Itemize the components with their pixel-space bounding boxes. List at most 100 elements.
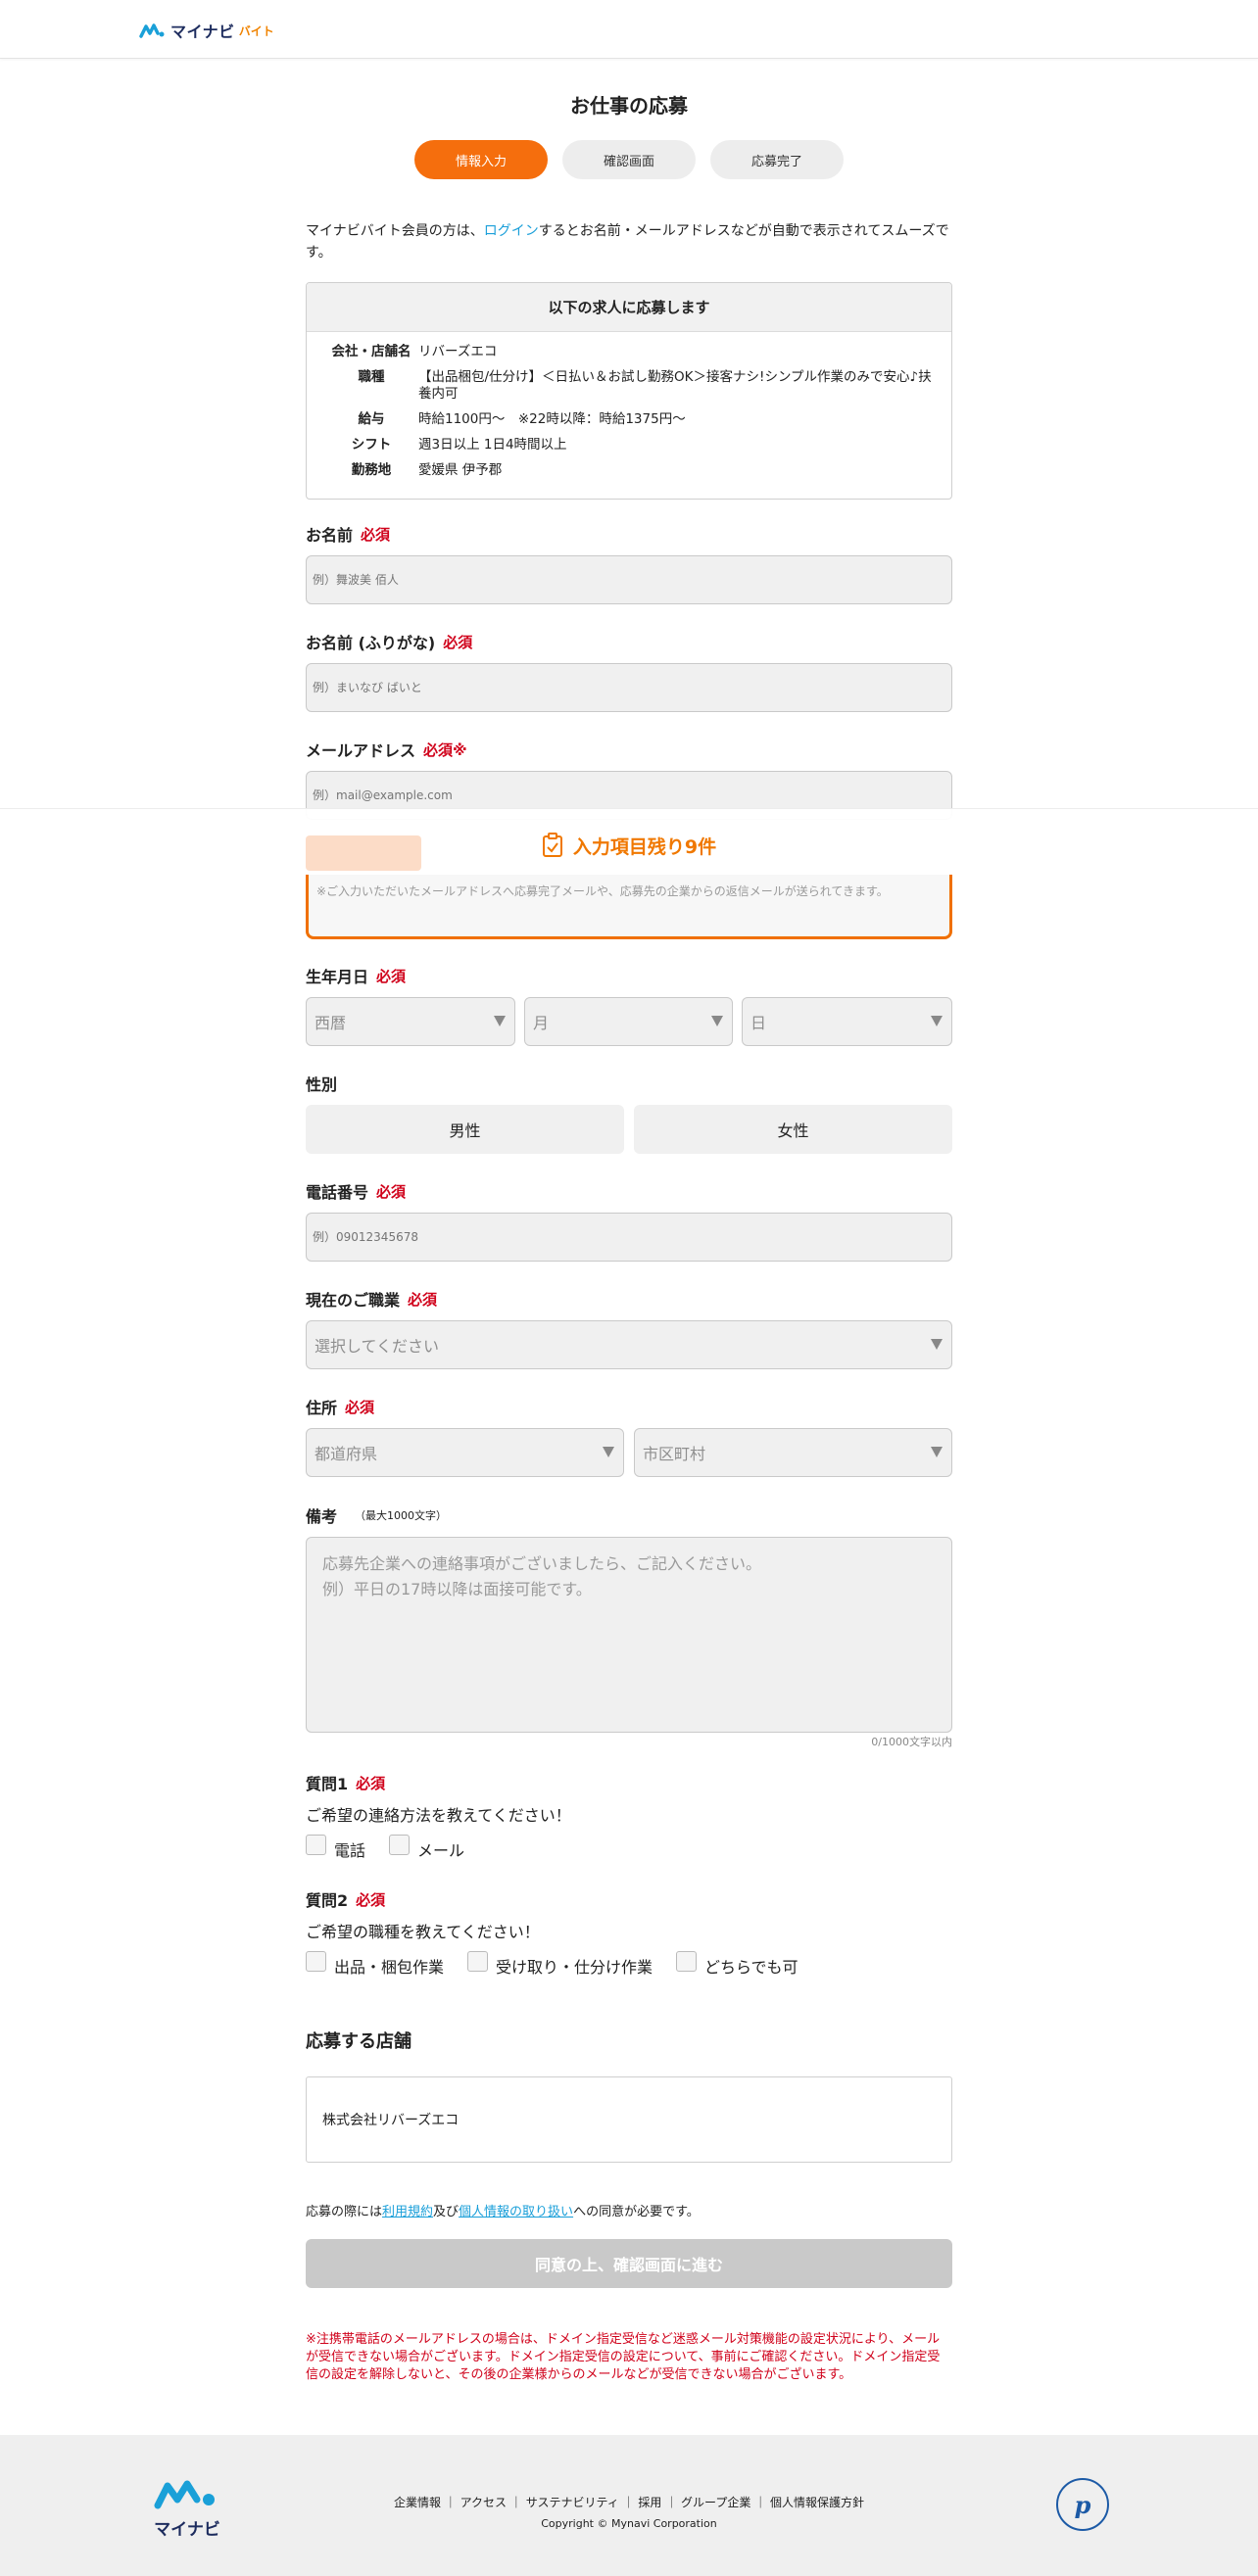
footer-link-sustainability[interactable]: サステナビリティ bbox=[526, 2496, 619, 2509]
required-badge: 必須 bbox=[376, 967, 407, 985]
phone-label: 電話番号 必須 bbox=[306, 1179, 406, 1203]
checkbox[interactable] bbox=[389, 1835, 411, 1855]
job-status-select[interactable]: 選択してください bbox=[306, 1320, 952, 1369]
checkbox[interactable] bbox=[306, 1951, 326, 1972]
question2-option-either[interactable]: どちらでも可 bbox=[676, 1951, 798, 1978]
privacy-mark-icon[interactable]: p bbox=[1056, 2478, 1109, 2531]
question2-label-text: 質問2 bbox=[306, 1891, 349, 1910]
job-value: 【出品梱包/仕分け】＜日払い＆お試し勤務OK＞接客ナシ!シンプル作業のみで安心♪… bbox=[418, 369, 932, 402]
option-label: 電話 bbox=[334, 1841, 366, 1860]
address-label: 住所 必須 bbox=[306, 1395, 374, 1418]
agreement-suffix: への同意が必要です。 bbox=[573, 2205, 700, 2219]
phone-input[interactable] bbox=[306, 1213, 952, 1262]
birth-month-select[interactable]: 月 bbox=[524, 997, 733, 1046]
job-value: リバーズエコ bbox=[418, 344, 498, 359]
kana-label-text: お名前 (ふりがな) bbox=[306, 634, 436, 652]
birth-day-select[interactable]: 日 bbox=[742, 997, 952, 1046]
gender-male-button[interactable]: 男性 bbox=[306, 1105, 624, 1154]
question1-text: ご希望の連絡方法を教えてください！ bbox=[306, 1806, 571, 1825]
privacy-link[interactable]: 個人情報の取り扱い bbox=[459, 2205, 573, 2219]
question1-option-phone[interactable]: 電話 bbox=[306, 1835, 365, 1861]
job-key: 会社・店舗名 bbox=[331, 344, 411, 359]
step-indicator: 情報入力 確認画面 応募完了 bbox=[0, 140, 1258, 179]
job-status-label: 現在のご職業 必須 bbox=[306, 1287, 437, 1311]
footer-sep: ｜ bbox=[661, 2496, 682, 2509]
dropdown-arrow-icon bbox=[931, 1016, 943, 1026]
remarks-label-text: 備考 bbox=[306, 1507, 338, 1526]
job-summary-heading: 以下の求人に応募します bbox=[307, 283, 951, 332]
footer-link-access[interactable]: アクセス bbox=[460, 2496, 507, 2509]
checkbox[interactable] bbox=[467, 1951, 489, 1972]
footer-link-recruit[interactable]: 採用 bbox=[638, 2496, 661, 2509]
footer-link-privacy[interactable]: 個人情報保護方針 bbox=[770, 2496, 864, 2509]
job-row-occupation: 職種 【出品梱包/仕分け】＜日払い＆お試し勤務OK＞接客ナシ!シンプル作業のみで… bbox=[324, 369, 934, 403]
required-badge: 必須 bbox=[345, 1398, 375, 1416]
kana-label: お名前 (ふりがな) 必須 bbox=[306, 630, 472, 653]
checkbox[interactable] bbox=[676, 1951, 698, 1972]
remarks-textarea[interactable]: 応募先企業への連絡事項がございましたら、ご記入ください。 例）平日の17時以降は… bbox=[306, 1537, 952, 1733]
birth-year-select[interactable]: 西暦 bbox=[306, 997, 515, 1046]
dropdown-arrow-icon bbox=[603, 1447, 614, 1457]
clipboard-icon bbox=[542, 833, 562, 857]
question1-label-text: 質問1 bbox=[306, 1775, 349, 1793]
question2-options: 出品・梱包作業 受け取り・仕分け作業 どちらでも可 bbox=[306, 1951, 798, 1978]
option-label: メール bbox=[417, 1841, 465, 1860]
job-row-location: 勤務地 愛媛県 伊予郡 bbox=[324, 462, 934, 479]
job-row-salary: 給与 時給1100円〜 ※22時以降：時給1375円〜 bbox=[324, 411, 934, 428]
footer-link-group[interactable]: グループ企業 bbox=[681, 2496, 750, 2509]
question2-label: 質問2 必須 bbox=[306, 1887, 385, 1911]
gender-label-text: 性別 bbox=[306, 1075, 338, 1094]
gender-female-button[interactable]: 女性 bbox=[634, 1105, 952, 1154]
birthdate-label: 生年月日 必須 bbox=[306, 964, 406, 987]
login-link[interactable]: ログイン bbox=[484, 223, 539, 239]
kana-input[interactable] bbox=[306, 663, 952, 712]
prefecture-value: 都道府県 bbox=[314, 1445, 378, 1463]
footer-sep: ｜ bbox=[507, 2496, 526, 2509]
terms-link[interactable]: 利用規約 bbox=[382, 2205, 433, 2219]
address-label-text: 住所 bbox=[306, 1399, 338, 1417]
remarks-limit-note: （最大1000文字） bbox=[355, 1509, 448, 1522]
job-key: 職種 bbox=[358, 369, 385, 385]
email-warning: ※注携帯電話のメールアドレスの場合は、ドメイン指定受信など迷惑メール対策機能の設… bbox=[306, 2332, 941, 2382]
email-note: ※ご入力いただいたメールアドレスへ応募完了メールや、応募先の企業からの返信メール… bbox=[306, 875, 952, 939]
store-box: 株式会社リバーズエコ bbox=[306, 2076, 952, 2163]
intro-text-before: マイナビバイト会員の方は、 bbox=[306, 223, 484, 239]
agreement-text: 応募の際には利用規約及び個人情報の取り扱いへの同意が必要です。 bbox=[306, 2201, 700, 2219]
question2-text: ご希望の職種を教えてください！ bbox=[306, 1923, 540, 1941]
remarks-placeholder-2: 例）平日の17時以降は面接可能です。 bbox=[322, 1580, 592, 1598]
dropdown-arrow-icon bbox=[711, 1016, 723, 1026]
agree-and-confirm-button[interactable]: 同意の上、確認画面に進む bbox=[306, 2239, 952, 2288]
phone-label-text: 電話番号 bbox=[306, 1183, 369, 1202]
required-badge: 必須 bbox=[361, 525, 391, 544]
step-input: 情報入力 bbox=[414, 140, 548, 179]
job-value: 週3日以上 1日4時間以上 bbox=[418, 437, 567, 453]
checkbox[interactable] bbox=[306, 1835, 326, 1855]
question2-option-packing[interactable]: 出品・梱包作業 bbox=[306, 1951, 444, 1978]
logo-mark-icon bbox=[139, 24, 165, 38]
required-text: 必須 bbox=[423, 740, 454, 759]
site-header: マイナビ バイト bbox=[0, 0, 1258, 59]
question2-option-sorting[interactable]: 受け取り・仕分け作業 bbox=[467, 1951, 653, 1978]
question1-option-email[interactable]: メール bbox=[389, 1835, 464, 1861]
mynavi-baito-logo[interactable]: マイナビ バイト bbox=[139, 19, 274, 42]
hidden-button-ghost bbox=[306, 835, 421, 871]
store-section-title: 応募する店舗 bbox=[306, 2031, 411, 2052]
remaining-items-bar: 入力項目残り9件 bbox=[0, 808, 1258, 882]
required-badge: 必須 bbox=[408, 1290, 438, 1309]
dropdown-arrow-icon bbox=[931, 1447, 943, 1457]
job-value: 時給1100円〜 ※22時以降：時給1375円〜 bbox=[418, 411, 686, 427]
job-row-shift: シフト 週3日以上 1日4時間以上 bbox=[324, 437, 934, 453]
name-input[interactable] bbox=[306, 555, 952, 604]
gender-label: 性別 bbox=[306, 1072, 337, 1095]
footer-link-company[interactable]: 企業情報 bbox=[394, 2496, 441, 2509]
store-name: 株式会社リバーズエコ bbox=[322, 2113, 460, 2128]
option-label: どちらでも可 bbox=[704, 1958, 798, 1977]
page-title: お仕事の応募 bbox=[570, 94, 688, 118]
birth-year-value: 西暦 bbox=[314, 1014, 347, 1032]
required-badge: 必須 bbox=[376, 1182, 407, 1201]
job-summary-box: 以下の求人に応募します 会社・店舗名 リバーズエコ 職種 【出品梱包/仕分け】＜… bbox=[306, 282, 952, 500]
site-footer: マイナビ 企業情報 ｜ アクセス ｜ サステナビリティ ｜ 採用 ｜ グループ企… bbox=[0, 2435, 1258, 2576]
prefecture-select[interactable]: 都道府県 bbox=[306, 1428, 624, 1477]
city-select[interactable]: 市区町村 bbox=[634, 1428, 952, 1477]
footer-sep: ｜ bbox=[441, 2496, 460, 2509]
